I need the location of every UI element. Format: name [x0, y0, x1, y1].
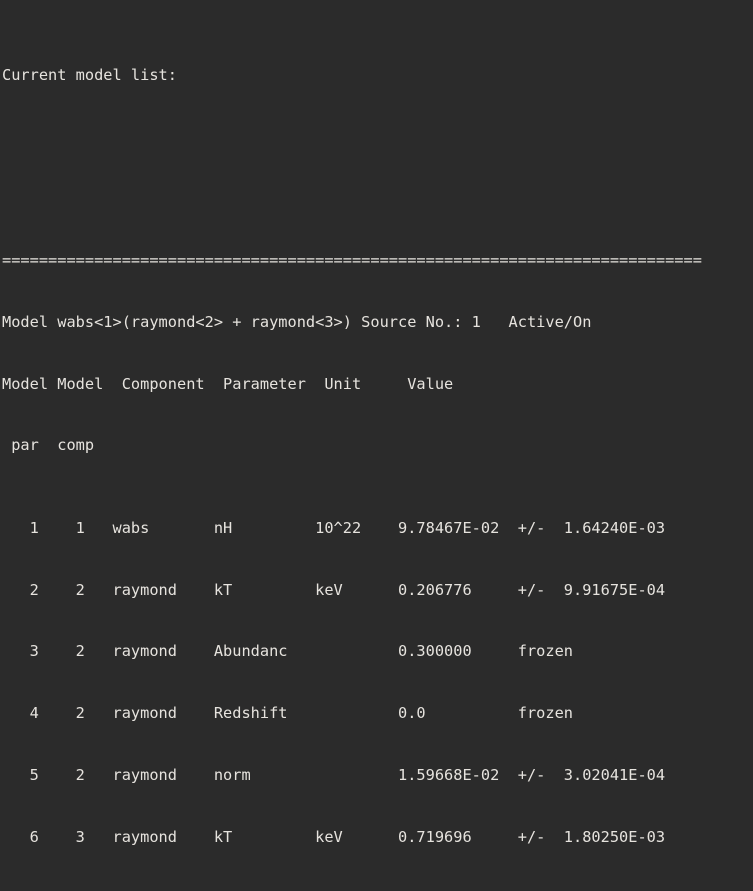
table-row: 1 1 wabs nH 10^22 9.78467E-02 +/- 1.6424… — [2, 518, 666, 537]
output-line-blank-2 — [2, 188, 753, 209]
table-header-row-1: Model Model Component Parameter Unit Val… — [2, 374, 454, 393]
terminal-screen: Current model list: ====================… — [2, 3, 753, 891]
output-line-blank-1 — [2, 127, 753, 148]
output-line-heading: Current model list: — [2, 65, 177, 84]
table-row: 5 2 raymond norm 1.59668E-02 +/- 3.02041… — [2, 765, 666, 784]
table-row: 6 3 raymond kT keV 0.719696 +/- 1.80250E… — [2, 827, 666, 846]
table-row: 2 2 raymond kT keV 0.206776 +/- 9.91675E… — [2, 580, 666, 599]
terminal-window[interactable]: Current model list: ====================… — [0, 0, 753, 891]
separator-equals: ========================================… — [2, 251, 702, 270]
model-definition-line: Model wabs<1>(raymond<2> + raymond<3>) S… — [2, 312, 592, 331]
table-row: 4 2 raymond Redshift 0.0 frozen — [2, 704, 573, 723]
table-row: 3 2 raymond Abundanc 0.300000 frozen — [2, 642, 573, 661]
table-header-row-2: par comp — [2, 436, 95, 455]
